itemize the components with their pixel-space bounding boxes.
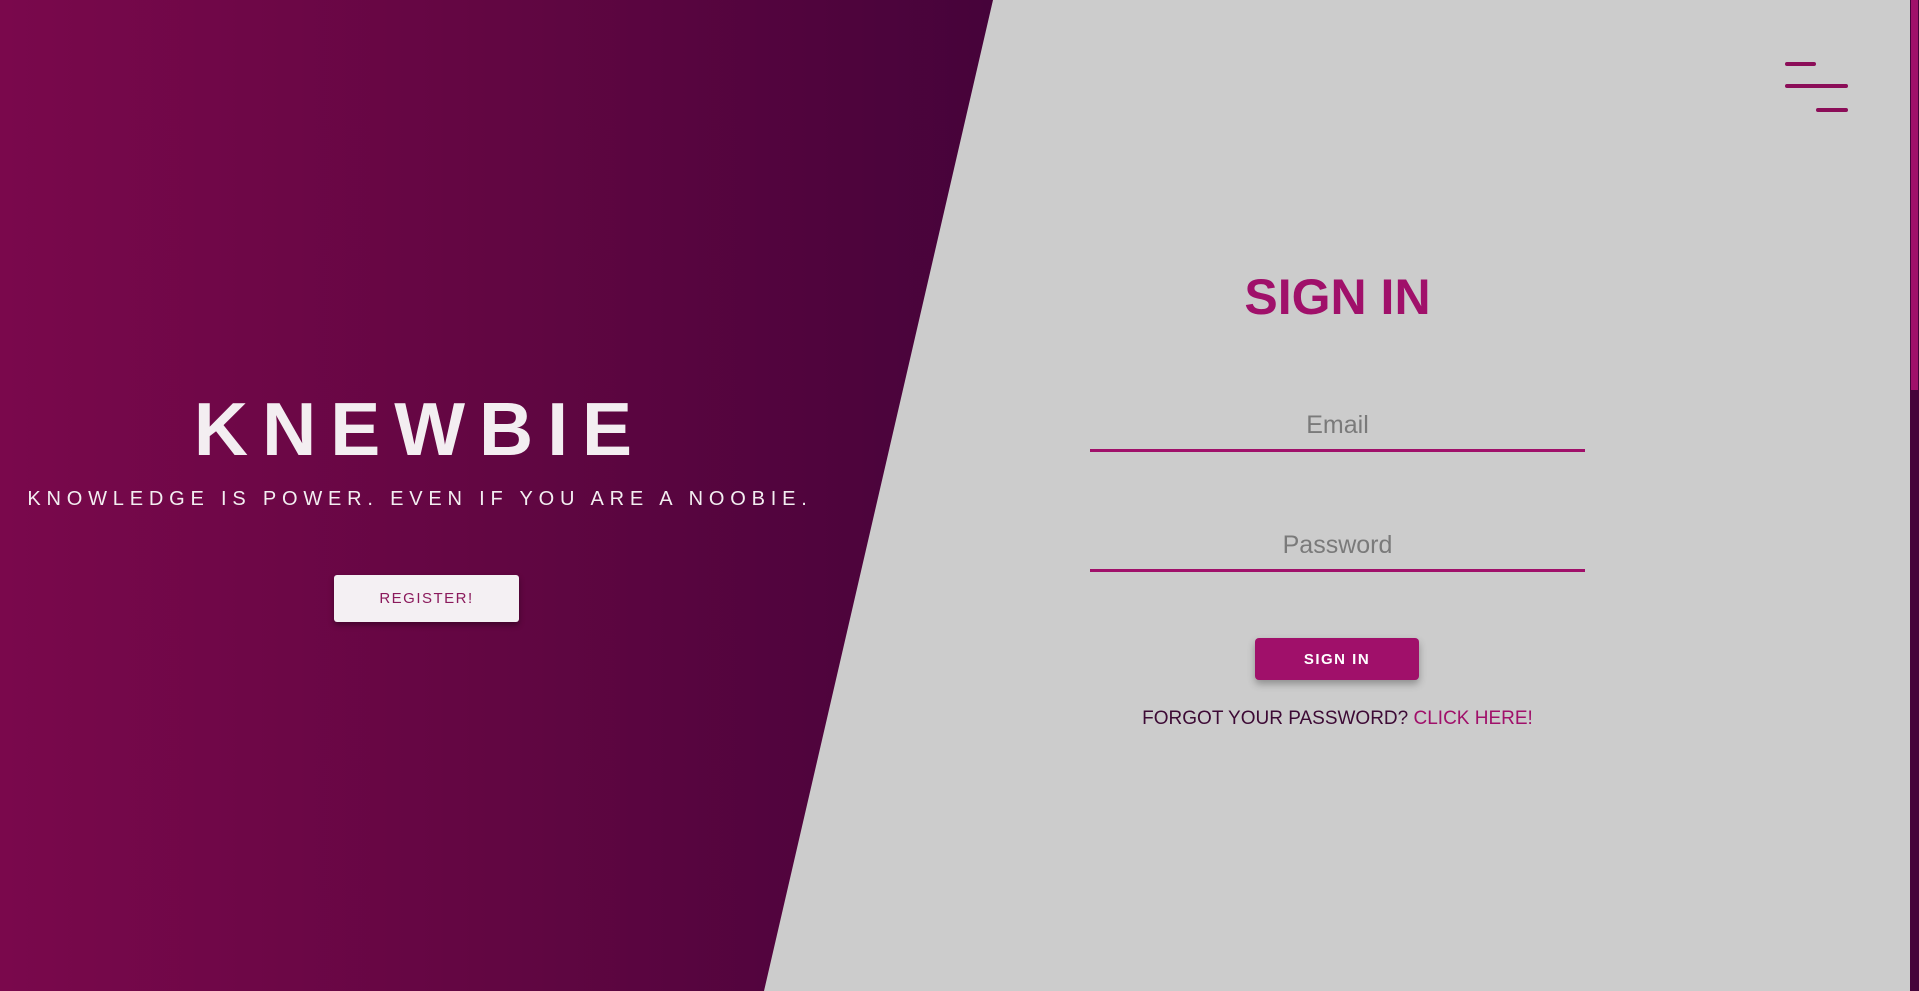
password-field[interactable]: [1090, 522, 1585, 572]
forgot-password-text: FORGOT YOUR PASSWORD?: [1142, 708, 1414, 729]
menu-icon[interactable]: [1784, 62, 1850, 116]
menu-icon-line: [1816, 108, 1848, 112]
hero-section: KNEWBIE KNOWLEDGE IS POWER. EVEN IF YOU …: [0, 0, 840, 991]
signin-button[interactable]: SIGN IN: [1255, 638, 1419, 680]
tagline: KNOWLEDGE IS POWER. EVEN IF YOU ARE A NO…: [27, 488, 813, 510]
menu-icon-line: [1785, 62, 1816, 66]
scrollbar-thumb[interactable]: [1911, 0, 1918, 390]
email-field[interactable]: [1090, 402, 1585, 452]
scrollbar[interactable]: [1910, 0, 1919, 991]
menu-icon-line: [1785, 84, 1848, 88]
page: KNEWBIE KNOWLEDGE IS POWER. EVEN IF YOU …: [0, 0, 1919, 991]
signin-title: SIGN IN: [1244, 269, 1431, 325]
register-button[interactable]: REGISTER!: [334, 575, 519, 622]
forgot-password-link[interactable]: CLICK HERE!: [1414, 708, 1533, 729]
forgot-password-row: FORGOT YOUR PASSWORD? CLICK HERE!: [1090, 706, 1585, 732]
brand-title: KNEWBIE: [193, 387, 647, 471]
